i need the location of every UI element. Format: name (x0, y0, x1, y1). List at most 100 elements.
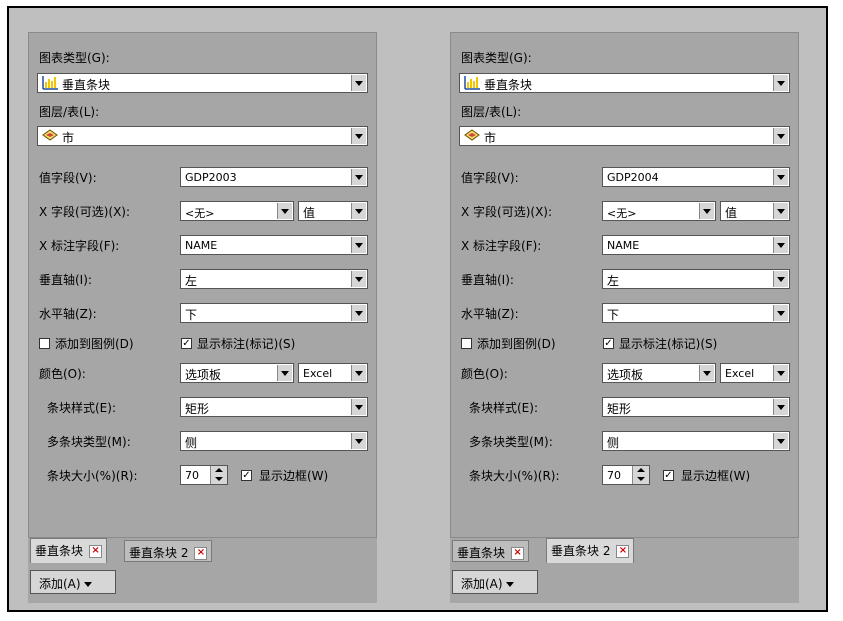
tab-vertical-bar[interactable]: 垂直条块 × (30, 538, 108, 563)
chevron-down-icon[interactable] (773, 203, 788, 219)
chevron-down-icon[interactable] (773, 169, 788, 185)
color-scheme-select[interactable]: 选项板 (180, 363, 294, 383)
horizontal-axis-select[interactable]: 下 (602, 303, 790, 323)
chevron-down-icon[interactable] (699, 365, 714, 381)
x-field-order-select[interactable]: 值 (720, 201, 790, 221)
vertical-axis-select[interactable]: 左 (602, 269, 790, 289)
chevron-down-icon[interactable] (773, 365, 788, 381)
chevron-down-icon[interactable] (773, 305, 788, 321)
tab-label: 垂直条块 2 (129, 546, 189, 560)
x-field-select[interactable]: <无> (180, 201, 294, 221)
add-button[interactable]: 添加(A) (452, 570, 538, 594)
chevron-down-icon[interactable] (773, 271, 788, 287)
close-icon[interactable]: × (616, 545, 630, 558)
spinner-buttons[interactable] (632, 466, 649, 484)
arrow-down-icon[interactable] (215, 477, 223, 481)
spinner-buttons[interactable] (210, 466, 227, 484)
chevron-down-icon[interactable] (773, 75, 788, 91)
multi-bar-type-select[interactable]: 侧 (180, 431, 368, 451)
color-scheme-select[interactable]: 选项板 (602, 363, 716, 383)
chevron-down-icon[interactable] (351, 75, 366, 91)
chevron-down-icon[interactable] (351, 433, 366, 449)
chart-tabs: 垂直条块 × 垂直条块 2 × (28, 538, 377, 564)
x-field-select-value: <无> (607, 207, 637, 220)
show-labels-checkbox[interactable]: ✓ (181, 338, 192, 349)
value-field-select-value: GDP2004 (607, 171, 659, 184)
close-icon[interactable]: × (511, 547, 525, 560)
show-labels-checkbox[interactable]: ✓ (603, 338, 614, 349)
palette-select[interactable]: Excel (720, 363, 790, 383)
add-to-legend-checkbox[interactable] (39, 338, 50, 349)
arrow-up-icon[interactable] (637, 468, 645, 472)
chevron-down-icon[interactable] (351, 169, 366, 185)
layer-select[interactable]: 市 (37, 126, 368, 146)
bar-style-select-value: 矩形 (607, 402, 632, 416)
dropdown-arrow-icon (505, 582, 514, 587)
layer-select-value: 市 (484, 131, 497, 145)
palette-select[interactable]: Excel (298, 363, 368, 383)
x-label-field-select-value: NAME (185, 239, 218, 252)
chevron-down-icon[interactable] (277, 203, 292, 219)
chart-type-select[interactable]: 垂直条块 (459, 73, 790, 93)
arrow-up-icon[interactable] (215, 468, 223, 472)
chevron-down-icon[interactable] (351, 399, 366, 415)
bar-size-spinner[interactable]: 70 (602, 465, 650, 485)
chevron-down-icon[interactable] (773, 399, 788, 415)
tab-vertical-bar-2[interactable]: 垂直条块 2 × (546, 538, 635, 563)
bar-style-select[interactable]: 矩形 (602, 397, 790, 417)
show-border-checkbox[interactable]: ✓ (241, 470, 252, 481)
value-field-select-value: GDP2003 (185, 171, 237, 184)
chevron-down-icon[interactable] (277, 365, 292, 381)
bar-size-spinner[interactable]: 70 (180, 465, 228, 485)
add-button[interactable]: 添加(A) (30, 570, 116, 594)
show-border-checkbox[interactable]: ✓ (663, 470, 674, 481)
bar-style-label: 条块样式(E): (469, 401, 538, 415)
chart-properties-panel-1: 图表类型(G): 垂直条块 图层/表(L): 市 值字段(V): GDP2003… (28, 32, 377, 603)
chevron-down-icon[interactable] (351, 128, 366, 144)
vertical-axis-select[interactable]: 左 (180, 269, 368, 289)
outer-frame: 图表类型(G): 垂直条块 图层/表(L): 市 值字段(V): GDP2003… (7, 6, 828, 612)
add-button-label: 添加(A) (461, 577, 503, 591)
chevron-down-icon[interactable] (351, 305, 366, 321)
bar-style-select[interactable]: 矩形 (180, 397, 368, 417)
chevron-down-icon[interactable] (351, 203, 366, 219)
arrow-down-icon[interactable] (637, 477, 645, 481)
layer-select[interactable]: 市 (459, 126, 790, 146)
x-field-select[interactable]: <无> (602, 201, 716, 221)
close-icon[interactable]: × (194, 547, 208, 560)
bar-size-value: 70 (185, 469, 199, 482)
chevron-down-icon[interactable] (699, 203, 714, 219)
multi-bar-type-label: 多条块类型(M): (469, 435, 553, 449)
vertical-axis-label: 垂直轴(I): (461, 273, 514, 287)
x-field-order-select[interactable]: 值 (298, 201, 368, 221)
multi-bar-type-select[interactable]: 侧 (602, 431, 790, 451)
chevron-down-icon[interactable] (773, 433, 788, 449)
x-label-field-label: X 标注字段(F): (39, 239, 120, 253)
tab-vertical-bar-2[interactable]: 垂直条块 2 × (124, 540, 213, 562)
value-field-select[interactable]: GDP2003 (180, 167, 368, 187)
layer-label: 图层/表(L): (39, 105, 100, 119)
horizontal-axis-label: 水平轴(Z): (461, 307, 519, 321)
dropdown-arrow-icon (83, 582, 92, 587)
value-field-label: 值字段(V): (39, 171, 97, 185)
chevron-down-icon[interactable] (351, 365, 366, 381)
close-icon[interactable]: × (89, 545, 103, 558)
horizontal-axis-select-value: 下 (185, 308, 198, 322)
x-label-field-select[interactable]: NAME (180, 235, 368, 255)
layer-label: 图层/表(L): (461, 105, 522, 119)
chevron-down-icon[interactable] (773, 128, 788, 144)
chart-type-label: 图表类型(G): (39, 51, 110, 65)
horizontal-axis-select[interactable]: 下 (180, 303, 368, 323)
chevron-down-icon[interactable] (351, 271, 366, 287)
color-label: 颜色(O): (461, 367, 508, 381)
chart-type-label: 图表类型(G): (461, 51, 532, 65)
chevron-down-icon[interactable] (773, 237, 788, 253)
tab-label: 垂直条块 (35, 544, 84, 558)
add-to-legend-checkbox[interactable] (461, 338, 472, 349)
chevron-down-icon[interactable] (351, 237, 366, 253)
x-label-field-select[interactable]: NAME (602, 235, 790, 255)
palette-select-value: Excel (725, 367, 755, 380)
tab-vertical-bar[interactable]: 垂直条块 × (452, 540, 530, 562)
value-field-select[interactable]: GDP2004 (602, 167, 790, 187)
chart-type-select[interactable]: 垂直条块 (37, 73, 368, 93)
